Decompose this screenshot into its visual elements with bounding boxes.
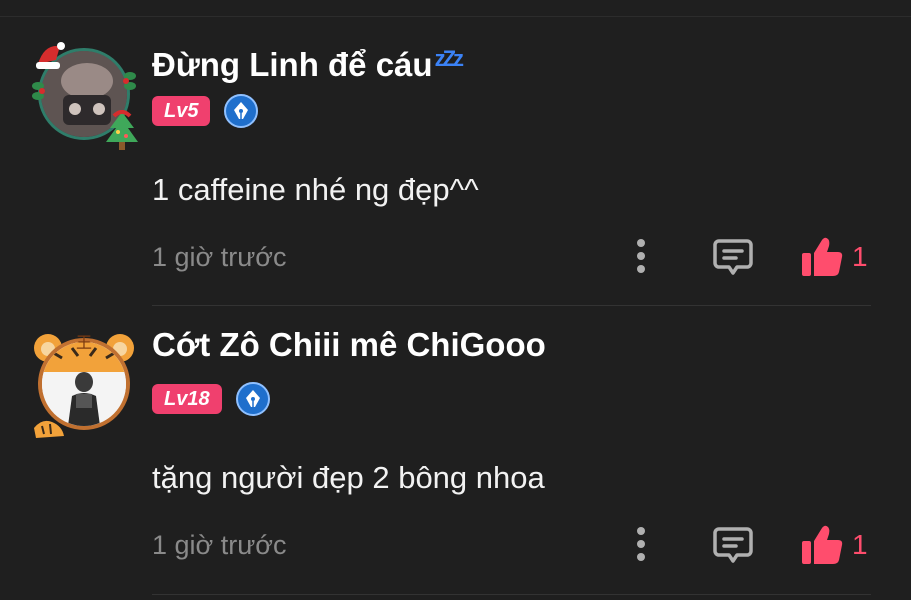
tiger-forehead-icon: 王 [76,333,92,352]
like-count: 1 [852,529,868,560]
level-badge[interactable]: Lv18 [152,384,222,414]
comment-reply-icon [713,527,753,563]
santa-hat-icon [36,42,65,69]
thumbs-up-icon [802,525,843,564]
username[interactable]: Cớt Zô Chiii mê ChiGooo [152,326,546,364]
thumbs-up-icon [802,237,843,276]
comment-list-screen: Đừng Linh để cáuzZz Lv5 1 caffeine nhé n… [0,0,911,600]
more-options-button[interactable] [626,234,656,278]
avatar-with-christmas-frame[interactable] [28,38,140,150]
like-button[interactable]: 1 [800,234,868,280]
pen-nib-badge-icon[interactable] [224,94,259,128]
like-count: 1 [852,241,868,272]
reply-button[interactable] [708,522,758,568]
holly-icon [123,72,136,90]
comment-divider [152,594,871,595]
pen-nib-badge-icon[interactable] [235,382,270,416]
username-text: Đừng Linh để cáu [152,46,433,83]
comment-divider [152,305,871,306]
user-badges: Lv5 [152,94,259,128]
reply-button[interactable] [708,234,758,280]
top-divider [0,16,911,17]
comment-timestamp: 1 giờ trước [152,530,287,560]
comment-text: tặng người đẹp 2 bông nhoa [152,460,545,495]
more-options-button[interactable] [626,522,656,566]
more-vertical-icon [637,239,645,273]
avatar-with-tiger-frame[interactable]: 王 [28,328,140,440]
level-badge[interactable]: Lv5 [152,96,211,126]
tiger-paw-icon [34,420,64,438]
user-badges: Lv18 [152,382,270,416]
more-vertical-icon [637,527,645,561]
holly-icon [32,82,45,100]
comment-text: 1 caffeine nhé ng đẹp^^ [152,172,479,207]
username[interactable]: Đừng Linh để cáuzZz [152,46,465,84]
comment-timestamp: 1 giờ trước [152,242,287,272]
like-button[interactable]: 1 [800,522,868,568]
avatar-photo [42,342,126,426]
svg-text:王: 王 [76,333,92,352]
comment-reply-icon [713,239,753,275]
sleep-emoji-icon: zZz [434,46,465,71]
christmas-tree-icon [106,110,138,150]
